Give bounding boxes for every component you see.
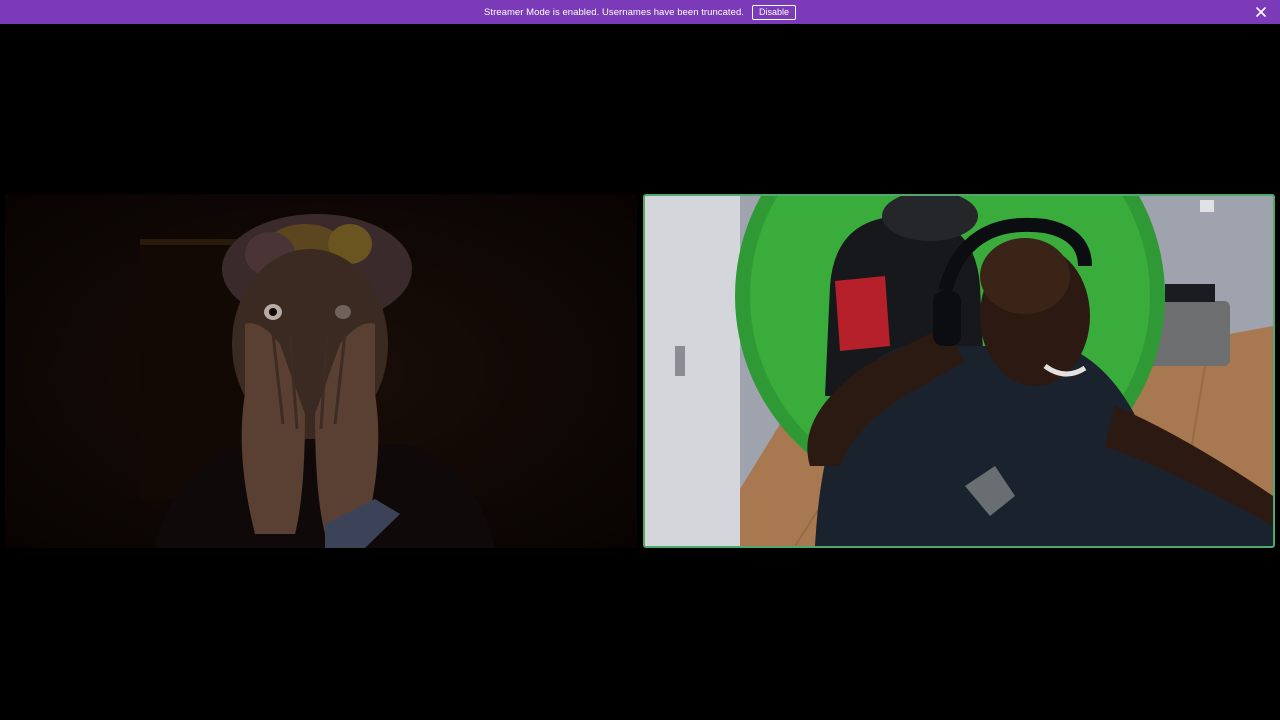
participant-video-tile[interactable]: [5, 194, 637, 548]
streamer-mode-banner: Streamer Mode is enabled. Usernames have…: [0, 0, 1280, 24]
participant-video-feed: [645, 196, 1273, 546]
participant-video-feed: [5, 194, 637, 548]
streamer-mode-message: Streamer Mode is enabled. Usernames have…: [484, 6, 744, 18]
participant-video-tile-speaking[interactable]: [643, 194, 1275, 548]
disable-streamer-mode-button[interactable]: Disable: [751, 4, 796, 20]
video-call-stage: [0, 24, 1280, 720]
close-icon[interactable]: [1254, 5, 1268, 19]
